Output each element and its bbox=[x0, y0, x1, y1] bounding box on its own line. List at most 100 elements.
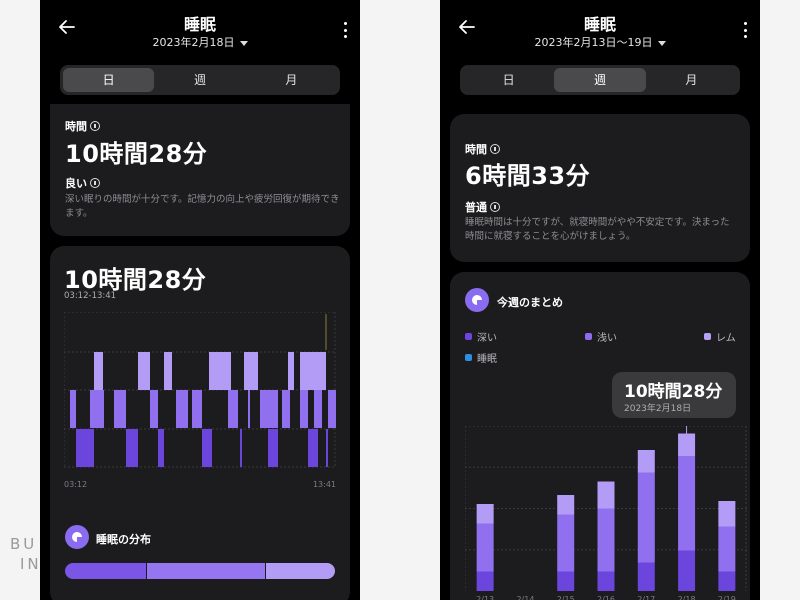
legend-label: レム bbox=[716, 333, 736, 344]
info-icon[interactable] bbox=[90, 121, 100, 131]
detail-duration: 10時間28分 bbox=[64, 266, 207, 294]
x-axis-start-label: 03:12 bbox=[64, 480, 88, 489]
tab-day[interactable]: 日 bbox=[63, 68, 155, 92]
x-tick-label: 2/13 bbox=[476, 595, 494, 600]
legend-swatch bbox=[704, 333, 711, 340]
light-stage-blocks bbox=[70, 390, 336, 428]
bar-cap bbox=[718, 501, 736, 505]
sleep-stage-chart bbox=[64, 312, 336, 468]
bar-segment-深い bbox=[718, 571, 736, 591]
summary-card: 時間 6時間33分 普通 睡眠時間は十分ですが、就寝時間がやや不安定です。決まっ… bbox=[450, 114, 750, 262]
bar-segment-浅い bbox=[597, 508, 615, 572]
bar-2-15[interactable] bbox=[557, 495, 575, 591]
page-title: 睡眠 bbox=[183, 15, 216, 34]
bar-segment-浅い bbox=[718, 526, 736, 572]
sleep-detail-card: 10時間28分 03:12-13:41 03:12 13:41 睡眠の分布 bbox=[50, 246, 350, 600]
weekly-summary-card: 今週のまとめ 深い 浅い レム 睡眠 2/13 2/14 2/15 2/16 2/17 2… bbox=[450, 272, 750, 600]
dropdown-caret-icon bbox=[657, 40, 666, 46]
bar-segment-深い bbox=[678, 550, 696, 591]
bar-segment-深い bbox=[637, 562, 655, 591]
period-tabs: 日 週 月 bbox=[460, 65, 740, 95]
total-duration: 10時間28分 bbox=[65, 140, 208, 168]
x-tick-label: 2/18 bbox=[678, 595, 696, 600]
more-options-icon[interactable] bbox=[742, 22, 748, 38]
weekly-title: 今週のまとめ bbox=[497, 296, 563, 309]
date-label: 2023年2月13日〜19日 bbox=[534, 36, 653, 49]
distribution-segment-rem bbox=[264, 563, 335, 579]
bar-cap bbox=[678, 433, 696, 438]
rating-description: 睡眠時間は十分ですが、就寝時間がやや不安定です。決まった 時間に就寝することを心… bbox=[465, 216, 745, 244]
distribution-segment-deep bbox=[65, 563, 146, 579]
tab-week[interactable]: 週 bbox=[154, 68, 245, 92]
legend-item-deep: 深い bbox=[465, 329, 497, 344]
legend-label: 深い bbox=[477, 333, 497, 344]
bar-2-13[interactable] bbox=[476, 504, 494, 591]
bar-cap bbox=[476, 504, 494, 508]
date-selector[interactable]: 2023年2月18日 bbox=[40, 34, 360, 50]
bar-cap bbox=[557, 495, 575, 499]
tab-month[interactable]: 月 bbox=[646, 68, 737, 92]
bar-segment-深い bbox=[557, 571, 575, 591]
date-selector[interactable]: 2023年2月13日〜19日 bbox=[440, 34, 760, 50]
bar-segment-レム bbox=[597, 481, 615, 509]
description-line: ます。 bbox=[65, 208, 93, 219]
rating-description: 深い眠りの時間が十分です。記憶力の向上や疲労回復が期待でき ます。 bbox=[65, 193, 340, 221]
legend-label: 浅い bbox=[597, 333, 617, 344]
legend-item-rem: レム bbox=[704, 329, 736, 344]
background-gap bbox=[360, 0, 440, 600]
bar-2-19[interactable] bbox=[718, 501, 736, 591]
bar-segment-浅い bbox=[637, 472, 655, 563]
weekly-sleep-chart: 2/13 2/14 2/15 2/16 2/17 2/18 2/19 bbox=[465, 426, 747, 600]
info-icon[interactable] bbox=[90, 178, 100, 188]
x-tick-label: 2/16 bbox=[597, 595, 615, 600]
x-tick-label: 2/17 bbox=[637, 595, 655, 600]
legend-item-light: 浅い bbox=[585, 329, 617, 344]
bar-2-18[interactable] bbox=[678, 433, 696, 592]
tooltip-date: 2023年2月18日 bbox=[624, 404, 692, 414]
app-header: 睡眠 2023年2月18日 bbox=[40, 0, 360, 58]
rem-stage-blocks bbox=[94, 352, 326, 390]
time-label: 時間 bbox=[465, 141, 500, 157]
rating-text: 良い bbox=[65, 177, 87, 190]
rating-text: 普通 bbox=[465, 201, 487, 214]
x-axis-end-label: 13:41 bbox=[312, 480, 336, 489]
bar-segment-浅い bbox=[557, 514, 575, 572]
watermark-line1: BU bbox=[10, 535, 38, 553]
more-options-icon[interactable] bbox=[342, 22, 348, 38]
info-icon[interactable] bbox=[490, 202, 500, 212]
bar-2-17[interactable] bbox=[637, 450, 655, 591]
total-duration: 6時間33分 bbox=[465, 162, 591, 190]
weekly-summary-icon bbox=[465, 288, 489, 312]
bar-segment-浅い bbox=[476, 523, 494, 572]
time-label: 時間 bbox=[65, 118, 100, 134]
sleep-distribution-icon bbox=[65, 525, 89, 549]
info-icon[interactable] bbox=[490, 144, 500, 154]
bar-2-16[interactable] bbox=[597, 481, 615, 592]
legend-swatch bbox=[585, 333, 592, 340]
page-title: 睡眠 bbox=[583, 15, 616, 34]
bar-segment-浅い bbox=[678, 456, 696, 551]
week-sleep-screen: 睡眠 2023年2月13日〜19日 日 週 月 時間 6時間33分 普通 睡眠時… bbox=[440, 0, 760, 600]
sleep-distribution-bar bbox=[65, 563, 335, 579]
x-tick-label: 2/14 bbox=[516, 595, 534, 600]
bar-segment-深い bbox=[476, 571, 494, 591]
description-line: 睡眠時間は十分ですが、就寝時間がやや不安定です。決まった bbox=[465, 217, 730, 228]
time-range: 03:12-13:41 bbox=[64, 291, 117, 301]
description-line: 深い眠りの時間が十分です。記憶力の向上や疲労回復が期待でき bbox=[65, 194, 340, 205]
legend-label: 睡眠 bbox=[477, 354, 497, 365]
watermark-line2: IN bbox=[20, 555, 42, 573]
period-tabs: 日 週 月 bbox=[60, 65, 340, 95]
bar-segment-深い bbox=[597, 571, 615, 591]
deep-stage-blocks bbox=[76, 429, 328, 467]
app-header: 睡眠 2023年2月13日〜19日 bbox=[440, 0, 760, 58]
date-label: 2023年2月18日 bbox=[152, 36, 235, 49]
rating-label: 普通 bbox=[465, 199, 500, 215]
bar-cap bbox=[597, 481, 615, 486]
legend-swatch bbox=[465, 333, 472, 340]
tab-week[interactable]: 週 bbox=[554, 68, 646, 92]
distribution-title: 睡眠の分布 bbox=[96, 533, 151, 546]
tab-day[interactable]: 日 bbox=[463, 68, 554, 92]
tab-month[interactable]: 月 bbox=[246, 68, 337, 92]
watermark: BU IN bbox=[10, 534, 42, 574]
chart-tooltip: 10時間28分 2023年2月18日 bbox=[612, 372, 736, 418]
